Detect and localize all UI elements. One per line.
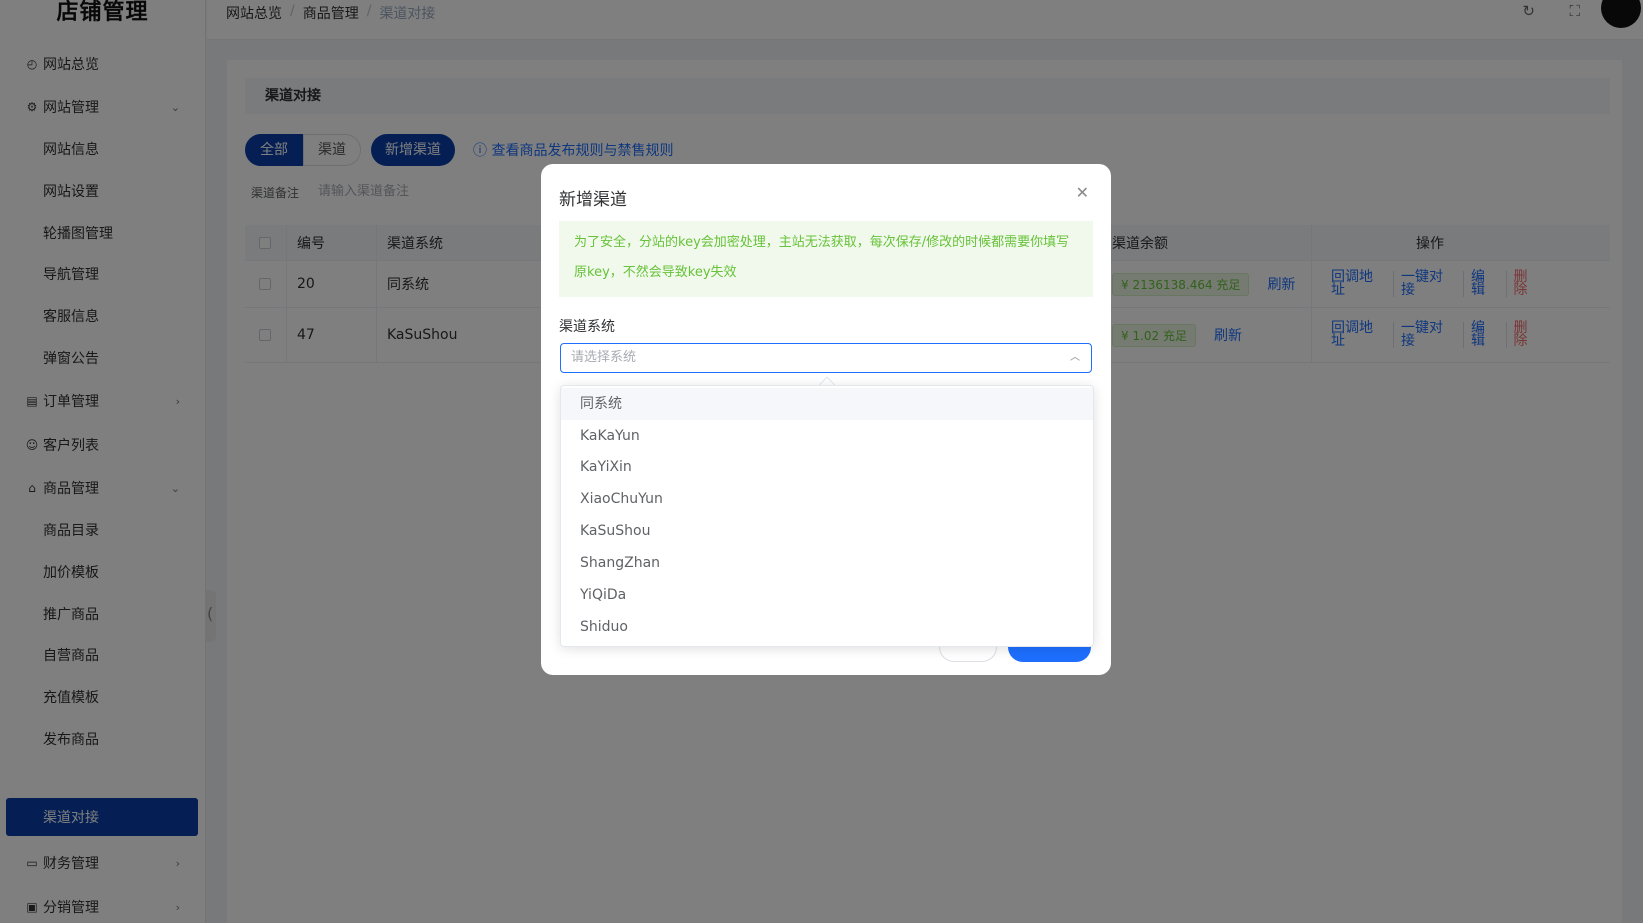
system-dropdown: 同系统 KaKaYun KaYiXin XiaoChuYun KaSuShou … (560, 385, 1094, 647)
system-option[interactable]: Shiduo (561, 611, 1093, 643)
system-option[interactable]: ShangZhan (561, 547, 1093, 579)
channel-system-label: 渠道系统 (559, 319, 615, 335)
dialog-title: 新增渠道 (559, 190, 627, 210)
close-icon[interactable]: ✕ (1076, 183, 1089, 202)
system-option[interactable]: KaKaYun (561, 420, 1093, 452)
system-option[interactable]: 同系统 (561, 388, 1093, 420)
channel-system-select[interactable]: 请选择系统 ︿ (560, 343, 1092, 373)
system-option[interactable]: XiaoChuYun (561, 483, 1093, 515)
chevron-up-icon: ︿ (1070, 352, 1080, 363)
security-alert: 为了安全，分站的key会加密处理，主站无法获取，每次保存/修改的时候都需要你填写… (559, 221, 1093, 297)
system-option[interactable]: KaSuShou (561, 515, 1093, 547)
system-option[interactable]: YiQiDa (561, 579, 1093, 611)
system-option[interactable]: KaYiXin (561, 451, 1093, 483)
